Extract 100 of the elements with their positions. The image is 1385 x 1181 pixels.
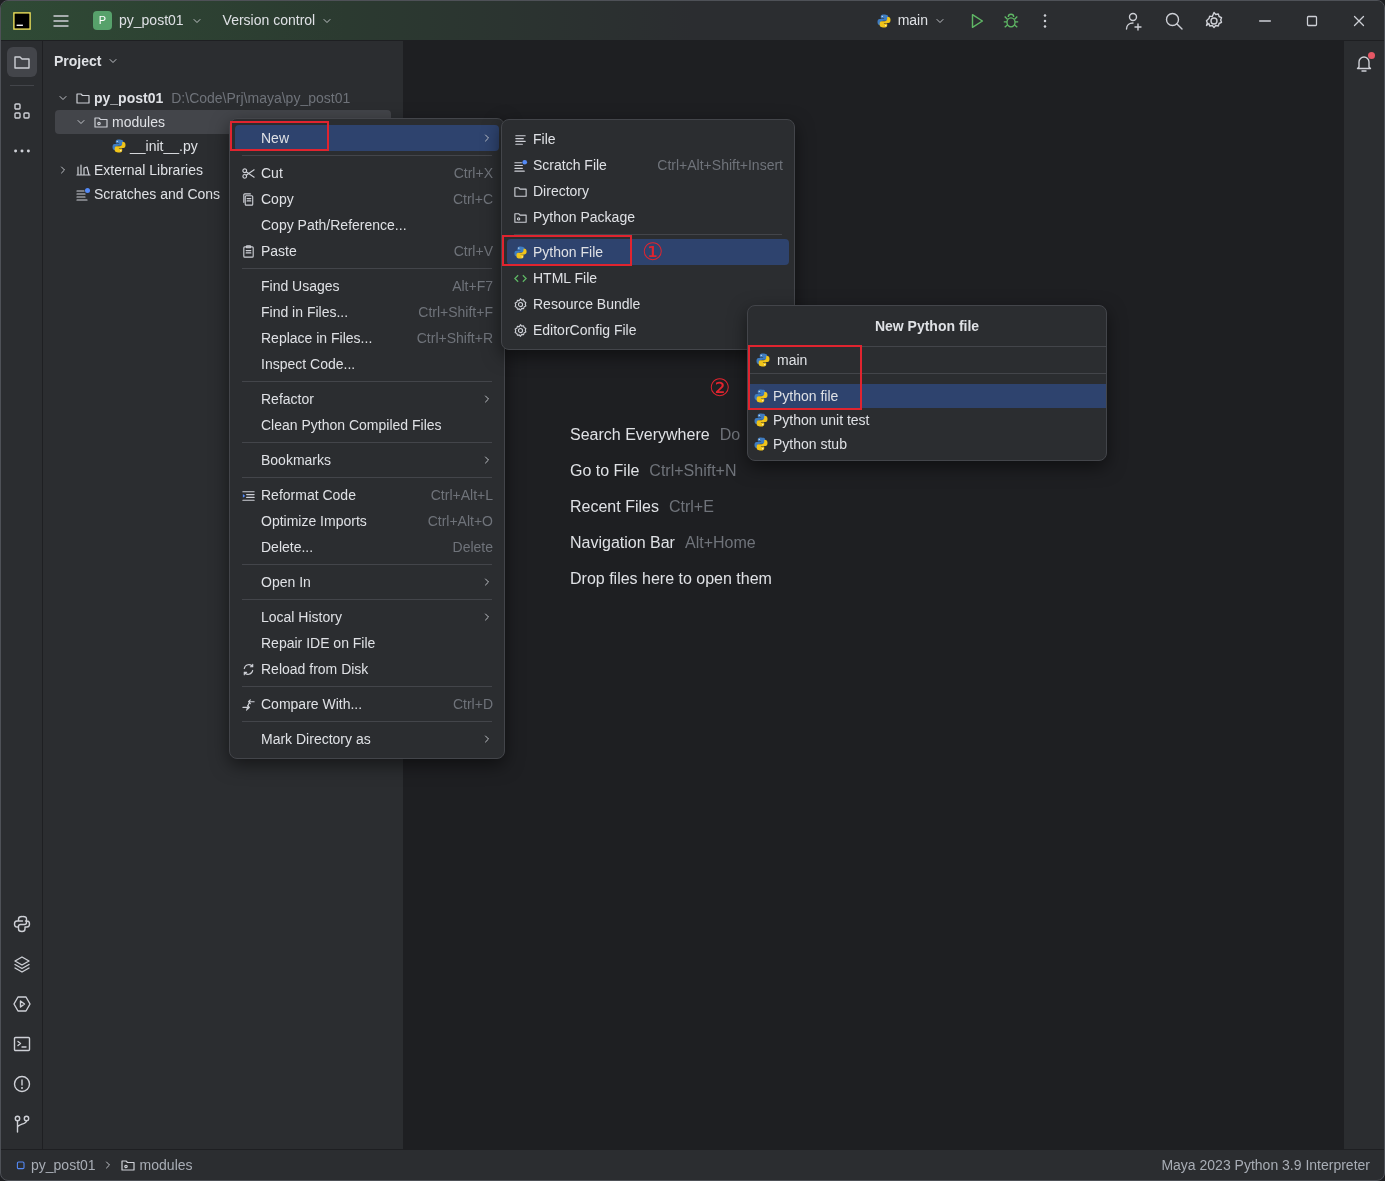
app-logo-icon[interactable] — [13, 11, 31, 30]
hint-shortcut: Ctrl+Shift+N — [649, 461, 737, 481]
scratches-icon — [513, 157, 528, 173]
menu-item[interactable]: HTML File — [507, 265, 789, 291]
panel-title: Project — [54, 51, 102, 71]
template-label: Python unit test — [773, 410, 870, 430]
template-item[interactable]: Python unit test — [748, 408, 1106, 432]
version-control-menu[interactable]: Version control — [218, 6, 338, 35]
menu-item-label: Python Package — [533, 207, 635, 227]
menu-item[interactable]: Reformat Code Ctrl+Alt+L — [235, 482, 499, 508]
menu-item-label: EditorConfig File — [533, 320, 637, 340]
menu-item[interactable]: Directory — [507, 178, 789, 204]
template-item[interactable]: Python file — [748, 384, 1106, 408]
project-path: D:\Code\Prj\maya\py_post01 — [171, 88, 351, 108]
menu-item[interactable]: Paste Ctrl+V — [235, 238, 499, 264]
breadcrumb-label: modules — [139, 1155, 193, 1175]
menu-item-label: Repair IDE on File — [261, 633, 376, 653]
python-icon — [875, 12, 892, 29]
shortcut-label: Ctrl+Shift+R — [416, 328, 493, 348]
shortcut-label: Ctrl+Shift+F — [418, 302, 493, 322]
menu-item-label: Clean Python Compiled Files — [261, 415, 442, 435]
menu-item[interactable]: Inspect Code... — [235, 351, 499, 377]
search-icon[interactable] — [1164, 10, 1184, 31]
menu-item-label: Resource Bundle — [533, 294, 641, 314]
hint-label: Navigation Bar — [570, 533, 675, 553]
reload-icon — [241, 661, 256, 677]
clipboard-icon — [241, 243, 256, 259]
template-item[interactable]: Python stub — [748, 432, 1106, 456]
menu-item[interactable]: Reload from Disk — [235, 656, 499, 682]
menu-item[interactable]: Bookmarks — [235, 447, 499, 473]
run-config-name: main — [897, 11, 928, 30]
shortcut-label: Ctrl+X — [453, 163, 493, 183]
menu-item[interactable]: Find in Files... Ctrl+Shift+F — [235, 299, 499, 325]
hint-label: Drop files here to open them — [570, 569, 772, 589]
shortcut-label: Ctrl+Alt+Shift+Insert — [657, 155, 783, 175]
menu-item[interactable]: Copy Path/Reference... — [235, 212, 499, 238]
python-console-icon — [11, 914, 32, 934]
problems-icon — [11, 1074, 32, 1094]
menu-item-label: Delete... — [261, 537, 314, 557]
menu-item[interactable]: Open In — [235, 569, 499, 595]
scissors-icon — [241, 165, 256, 181]
callout-number: ① — [642, 240, 664, 264]
breadcrumb[interactable]: py_post01 — [15, 1154, 96, 1176]
menu-item[interactable]: File — [507, 126, 789, 152]
menu-item[interactable]: Find Usages Alt+F7 — [235, 273, 499, 299]
project-name: py_post01 — [119, 11, 184, 30]
hint-label: Go to File — [570, 461, 640, 481]
breadcrumb[interactable]: modules — [119, 1154, 193, 1176]
shortcut-label: Ctrl+V — [453, 241, 493, 261]
menu-item[interactable]: Refactor — [235, 386, 499, 412]
hint-shortcut: Do — [719, 425, 741, 445]
add-user-icon[interactable] — [1124, 10, 1144, 31]
vcs-label: Version control — [222, 11, 316, 30]
more-horizontal-icon — [13, 149, 30, 153]
menu-item[interactable]: Local History — [235, 604, 499, 630]
menu-item[interactable]: Repair IDE on File — [235, 630, 499, 656]
library-icon — [75, 162, 91, 178]
bug-icon[interactable] — [1002, 11, 1020, 30]
project-folder-button[interactable] — [6, 47, 37, 77]
menu-item[interactable]: Python Package — [507, 204, 789, 230]
scratches-icon — [75, 186, 91, 202]
menu-item[interactable]: Optimize Imports Ctrl+Alt+O — [235, 508, 499, 534]
menu-item[interactable]: New — [235, 125, 499, 151]
package-folder-icon — [93, 114, 109, 130]
menu-item[interactable]: Mark Directory as — [235, 726, 499, 752]
menu-item-label: Directory — [533, 181, 589, 201]
settings-icon[interactable] — [1204, 10, 1224, 31]
tree-item-label: __init__.py — [130, 136, 198, 156]
project-switcher[interactable]: P py_post01 — [89, 6, 207, 35]
template-label: Python stub — [773, 434, 847, 454]
python-icon — [513, 244, 528, 260]
tree-item[interactable]: py_post01 D:\Code\Prj\maya\py_post01 — [55, 86, 391, 110]
breadcrumb-label: py_post01 — [31, 1155, 96, 1175]
hint-shortcut: Alt+Home — [684, 533, 756, 553]
menu-item[interactable]: Compare With... Ctrl+D — [235, 691, 499, 717]
tree-item-label: External Libraries — [94, 160, 203, 180]
menu-item[interactable]: Python File ① — [507, 239, 789, 265]
shortcut-label: Ctrl+C — [452, 189, 493, 209]
hint-label: Recent Files — [570, 497, 659, 517]
menu-item[interactable]: Scratch File Ctrl+Alt+Shift+Insert — [507, 152, 789, 178]
package-folder-icon — [119, 1157, 136, 1173]
menu-item[interactable]: Copy Ctrl+C — [235, 186, 499, 212]
compare-arrows-icon — [241, 696, 256, 712]
shortcut-label: Ctrl+D — [452, 694, 493, 714]
menu-item[interactable]: Clean Python Compiled Files — [235, 412, 499, 438]
tree-item-label: py_post01 — [94, 88, 164, 108]
gear-icon — [513, 322, 528, 338]
menu-item-label: Find in Files... — [261, 302, 349, 322]
project-view-selector[interactable]: Project — [54, 50, 120, 72]
menu-item[interactable]: Cut Ctrl+X — [235, 160, 499, 186]
folder-icon — [75, 90, 91, 106]
menu-item-label: Cut — [261, 163, 283, 183]
menu-item-label: Local History — [261, 607, 342, 627]
python-icon — [753, 388, 769, 404]
menu-item-label: Open In — [261, 572, 311, 592]
run-configuration[interactable]: main — [871, 6, 950, 35]
module-square-icon — [15, 1159, 27, 1171]
menu-item[interactable]: Replace in Files... Ctrl+Shift+R — [235, 325, 499, 351]
interpreter-selector[interactable]: Maya 2023 Python 3.9 Interpreter — [1161, 1154, 1370, 1176]
menu-item[interactable]: Delete... Delete — [235, 534, 499, 560]
